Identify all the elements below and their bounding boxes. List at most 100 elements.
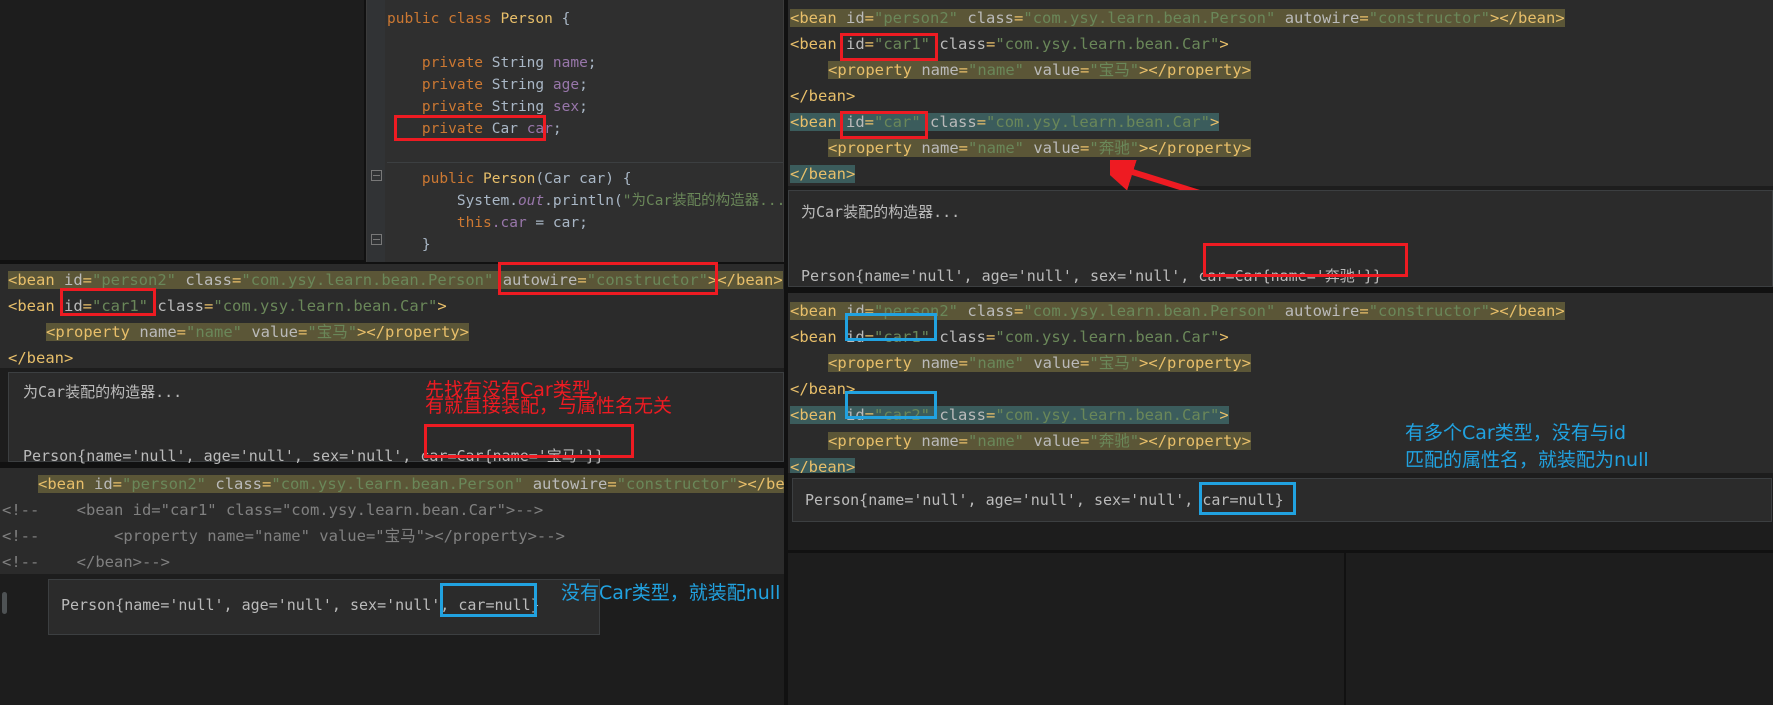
xml-token: id [846, 406, 865, 424]
xml-token: "car1" [874, 328, 931, 346]
xml-line: </bean> [8, 345, 73, 368]
xml-line: <property name="name" value="宝马"></prope… [46, 319, 470, 345]
xml-line: <bean id="person2" class="com.ysy.learn.… [38, 471, 784, 497]
console-line: Person{name='null', age='null', sex='nul… [805, 491, 1284, 509]
code-fold-icon[interactable] [371, 170, 383, 182]
xml-line: <property name="name" value="奔驰"></prope… [828, 428, 1252, 454]
java-source-editor[interactable]: public class Person { private String nam… [366, 0, 784, 262]
code-token: public [387, 171, 484, 187]
xml-token: value [1033, 139, 1081, 157]
xml-token: <bean [790, 328, 846, 346]
xml-panel-bottom-left[interactable]: <bean id="person2" class="com.ysy.learn.… [0, 468, 784, 574]
xml-token: > [1219, 35, 1229, 53]
note-bottom-right-line1: 有多个Car类型，没有与id [1405, 422, 1627, 444]
xml-token: "com.ysy.learn.bean.Car" [986, 113, 1211, 131]
xml-token: = [986, 328, 996, 346]
xml-token: class [930, 113, 977, 131]
divider-horizontal-bottom-right [788, 550, 1773, 553]
xml-token: "constructor" [1368, 302, 1491, 320]
xml-token: autowire [1284, 9, 1360, 27]
xml-line-content: <property name="name" value="宝马"></prope… [828, 354, 1252, 372]
xml-token: "宝马" [1089, 61, 1140, 79]
code-token: private [387, 55, 492, 71]
xml-token: class [939, 406, 987, 424]
xml-line: <bean id="person2" class="com.ysy.learn.… [8, 267, 783, 293]
xml-line-content: <bean id="person2" class="com.ysy.learn.… [790, 9, 1565, 27]
console-output-top-right: 为Car装配的构造器... Person{name='null', age='nu… [788, 190, 1773, 287]
xml-token [1024, 139, 1033, 157]
xml-token: = [1014, 9, 1024, 27]
xml-token: id [846, 328, 865, 346]
java-line: System.out.println("为Car装配的构造器..."); [387, 190, 783, 212]
code-token: car [526, 121, 553, 137]
code-token: private [387, 99, 492, 115]
xml-line-content: <bean id="car1" class="com.ysy.learn.bea… [8, 297, 447, 315]
xml-token: > [437, 297, 447, 315]
xml-token: = [864, 406, 875, 424]
xml-panel-mid-left[interactable]: <bean id="person2" class="com.ysy.learn.… [0, 264, 784, 368]
code-token: private [387, 121, 492, 137]
xml-token: = [204, 297, 214, 315]
xml-line: <bean id="car2" class="com.ysy.learn.bea… [790, 402, 1229, 428]
xml-token: name [921, 354, 959, 372]
scrollbar-thumb-left[interactable] [2, 592, 7, 614]
xml-token: = [958, 354, 968, 372]
xml-line: <bean id="person2" class="com.ysy.learn.… [790, 5, 1565, 31]
xml-panel-top-right[interactable]: <bean id="person2" class="com.ysy.learn.… [788, 0, 1773, 186]
xml-token: id [846, 9, 865, 27]
code-fold-end-icon[interactable] [371, 234, 383, 246]
xml-token: <bean [790, 35, 846, 53]
xml-line-content: </bean> [790, 87, 855, 105]
xml-line: </bean> [790, 454, 856, 473]
xml-line: <property name="name" value="宝马"></prope… [828, 57, 1252, 83]
xml-token: id [846, 113, 865, 131]
xml-token [1275, 302, 1284, 320]
xml-token: <bean [790, 9, 846, 27]
xml-token: <bean [8, 297, 64, 315]
code-token: .println( [544, 193, 623, 209]
xml-token: <bean [8, 271, 64, 289]
code-token: class [448, 11, 501, 27]
console-line: 为Car装配的构造器... [23, 383, 183, 401]
xml-token [493, 271, 502, 289]
java-line: } [387, 234, 431, 256]
code-token: car [579, 171, 606, 187]
xml-token: "constructor" [1368, 9, 1491, 27]
xml-token [1024, 432, 1033, 450]
xml-token: "constructor" [616, 475, 739, 493]
xml-token: ></bean> [1490, 302, 1565, 320]
xml-token: "com.ysy.learn.bean.Person" [241, 271, 494, 289]
xml-token [1275, 9, 1284, 27]
xml-token: </bean> [790, 380, 856, 398]
xml-line: <bean id="person2" class="com.ysy.learn.… [790, 298, 1565, 324]
xml-token: = [986, 406, 996, 424]
xml-line: <bean id="car1" class="com.ysy.learn.bea… [790, 31, 1229, 57]
xml-line: <bean id="car1" class="com.ysy.learn.bea… [8, 293, 447, 319]
xml-line: <bean id="car" class="com.ysy.learn.bean… [790, 109, 1220, 135]
xml-token: </bean> [8, 349, 74, 367]
code-token: ; [587, 55, 597, 71]
xml-token: = [1080, 61, 1090, 79]
xml-token: class [967, 9, 1015, 27]
xml-token: </bean> [790, 458, 856, 473]
xml-token: <property [828, 432, 922, 450]
xml-token: autowire [502, 271, 578, 289]
code-token: } [387, 237, 431, 253]
xml-token: value [1033, 432, 1081, 450]
xml-token: "person2" [122, 475, 207, 493]
code-token: out [517, 193, 545, 209]
console-output-bottom-left: Person{name='null', age='null', sex='nul… [48, 579, 600, 635]
xml-token [523, 475, 532, 493]
xml-token: = [864, 328, 875, 346]
xml-line-content: <bean id="car2" class="com.ysy.learn.bea… [790, 406, 1229, 424]
xml-token: = [958, 61, 968, 79]
xml-token: value [251, 323, 299, 341]
xml-token: "person2" [92, 271, 177, 289]
xml-token: = [232, 271, 242, 289]
xml-token: ></property> [1139, 139, 1252, 157]
xml-token: "宝马" [307, 323, 358, 341]
xml-token [930, 35, 939, 53]
xml-token: "person2" [874, 9, 959, 27]
xml-token: = [958, 432, 968, 450]
code-token: .car [491, 215, 527, 231]
